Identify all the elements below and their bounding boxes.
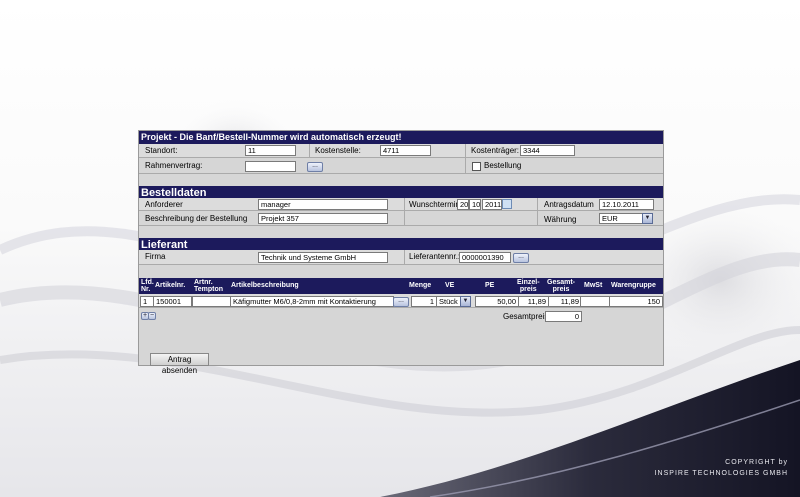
gesamtpreis-label: Gesamtpreis: — [503, 312, 551, 321]
bestellung-checkbox[interactable] — [472, 162, 481, 171]
remove-row-button[interactable]: − — [148, 312, 156, 320]
firma-input[interactable]: Technik und Systeme GmbH — [258, 252, 388, 263]
firma-label: Firma — [145, 252, 166, 261]
col-gesamtpreis: Gesamt-preis — [547, 279, 576, 293]
col-artikelnr: Artikelnr. — [155, 282, 186, 289]
kostentraeger-label: Kostenträger: — [471, 146, 520, 155]
lieferantennr-input[interactable]: 0000001390 — [459, 252, 511, 263]
copyright-line-1: COPYRIGHT by — [725, 459, 788, 466]
lieferant-section-header: Lieferant — [139, 238, 663, 251]
anforderer-label: Anforderer — [145, 200, 183, 209]
wunschtermin-month-input[interactable]: 10 — [469, 199, 481, 210]
col-warengruppe: Warengruppe — [611, 282, 656, 289]
copyright-line-2: INSPIRE TECHNOLOGIES GMBH — [654, 470, 788, 477]
waehrung-select[interactable]: EUR — [599, 213, 644, 224]
antrag-absenden-button[interactable]: Antrag absenden — [150, 353, 209, 375]
antragsdatum-label: Antragsdatum — [544, 200, 594, 209]
row-ve-select[interactable]: Stück — [436, 296, 462, 307]
bestelldaten-section-header: Bestelldaten — [139, 186, 663, 199]
col-artikelbeschreibung: Artikelbeschreibung — [231, 282, 299, 289]
beschreibung-input[interactable]: Projekt 357 — [258, 213, 388, 224]
col-lfd: Lfd. Nr. — [141, 279, 154, 293]
gesamtpreis-total-input: 0 — [545, 311, 582, 322]
row-beschreibung-input[interactable]: Käfigmutter M6/0,8-2mm mit Kontaktierung — [230, 296, 394, 307]
chevron-down-icon[interactable]: ▼ — [460, 296, 471, 307]
wunschtermin-day-input[interactable]: 20 — [457, 199, 469, 210]
kostenstelle-input[interactable]: 4711 — [380, 145, 431, 156]
col-menge: Menge — [409, 282, 432, 289]
row-lookup-button[interactable]: ... — [393, 297, 409, 307]
waehrung-label: Währung — [544, 215, 577, 224]
rahmenvertrag-label: Rahmenvertrag: — [145, 161, 203, 170]
wunschtermin-year-input[interactable]: 2011 — [482, 199, 502, 210]
positions-table-header: Lfd. Nr. Artikelnr. Artnr. Tempton Artikel… — [139, 278, 663, 294]
row-einzelpreis-input[interactable]: 11,89 — [518, 296, 549, 307]
rahmenvertrag-lookup-button[interactable]: ... — [307, 162, 323, 172]
divider — [309, 144, 310, 158]
bestelldaten-row-2: Beschreibung der Bestellung Projekt 357 … — [139, 211, 663, 226]
row-gesamtpreis-input: 11,89 — [548, 296, 582, 307]
col-pe: PE — [485, 282, 495, 289]
divider — [404, 250, 405, 265]
standort-input[interactable]: 11 — [245, 145, 296, 156]
calendar-icon[interactable] — [502, 199, 512, 209]
chevron-down-icon[interactable]: ▼ — [642, 213, 653, 224]
bestelldaten-row-1: Anforderer manager Wunschtermin 20 10 20… — [139, 198, 663, 226]
beschreibung-label: Beschreibung der Bestellung — [145, 214, 248, 223]
bestellung-label: Bestellung — [484, 161, 522, 170]
projekt-row-2: Rahmenvertrag: ... Bestellung — [139, 158, 663, 174]
kostenstelle-label: Kostenstelle: — [315, 146, 361, 155]
row-pe-input[interactable]: 50,00 — [475, 296, 519, 307]
row-artikelnr-input[interactable]: 150001 — [153, 296, 192, 307]
standort-label: Standort: — [145, 146, 178, 155]
row-warengruppe-input[interactable]: 150 — [609, 296, 663, 307]
row-menge-input[interactable]: 1 — [411, 296, 437, 307]
anforderer-input[interactable]: manager — [258, 199, 388, 210]
lieferant-row: Firma Technik und Systeme GmbH Lieferant… — [139, 250, 663, 265]
lieferant-lookup-button[interactable]: ... — [513, 253, 529, 263]
antragsdatum-input[interactable]: 12.10.2011 — [599, 199, 654, 210]
kostentraeger-input[interactable]: 3344 — [520, 145, 575, 156]
col-mwst: MwSt — [584, 282, 603, 289]
col-einzelpreis: Einzel-preis — [517, 279, 540, 293]
divider — [465, 144, 466, 158]
row-artnr-tempton-input[interactable] — [192, 296, 231, 307]
col-ve: VE — [445, 282, 455, 289]
lieferantennr-label: Lieferantennr.: — [409, 252, 461, 261]
wunschtermin-label: Wunschtermin — [409, 200, 460, 209]
row-mwst-input[interactable] — [580, 296, 610, 307]
table-row: 1 150001 Käfigmutter M6/0,8-2mm mit Kont… — [139, 294, 663, 308]
projekt-row-1: Standort: 11 Kostenstelle: 4711 Kostentr… — [139, 144, 663, 158]
row-lfd: 1 — [140, 296, 154, 307]
divider — [465, 158, 466, 174]
col-artnr-tempton: Artnr. Tempton — [194, 279, 224, 293]
rahmenvertrag-input[interactable] — [245, 161, 296, 172]
request-form: Projekt - Die Banf/Bestell-Nummer wird a… — [138, 130, 664, 375]
projekt-section-header: Projekt - Die Banf/Bestell-Nummer wird a… — [139, 131, 663, 144]
